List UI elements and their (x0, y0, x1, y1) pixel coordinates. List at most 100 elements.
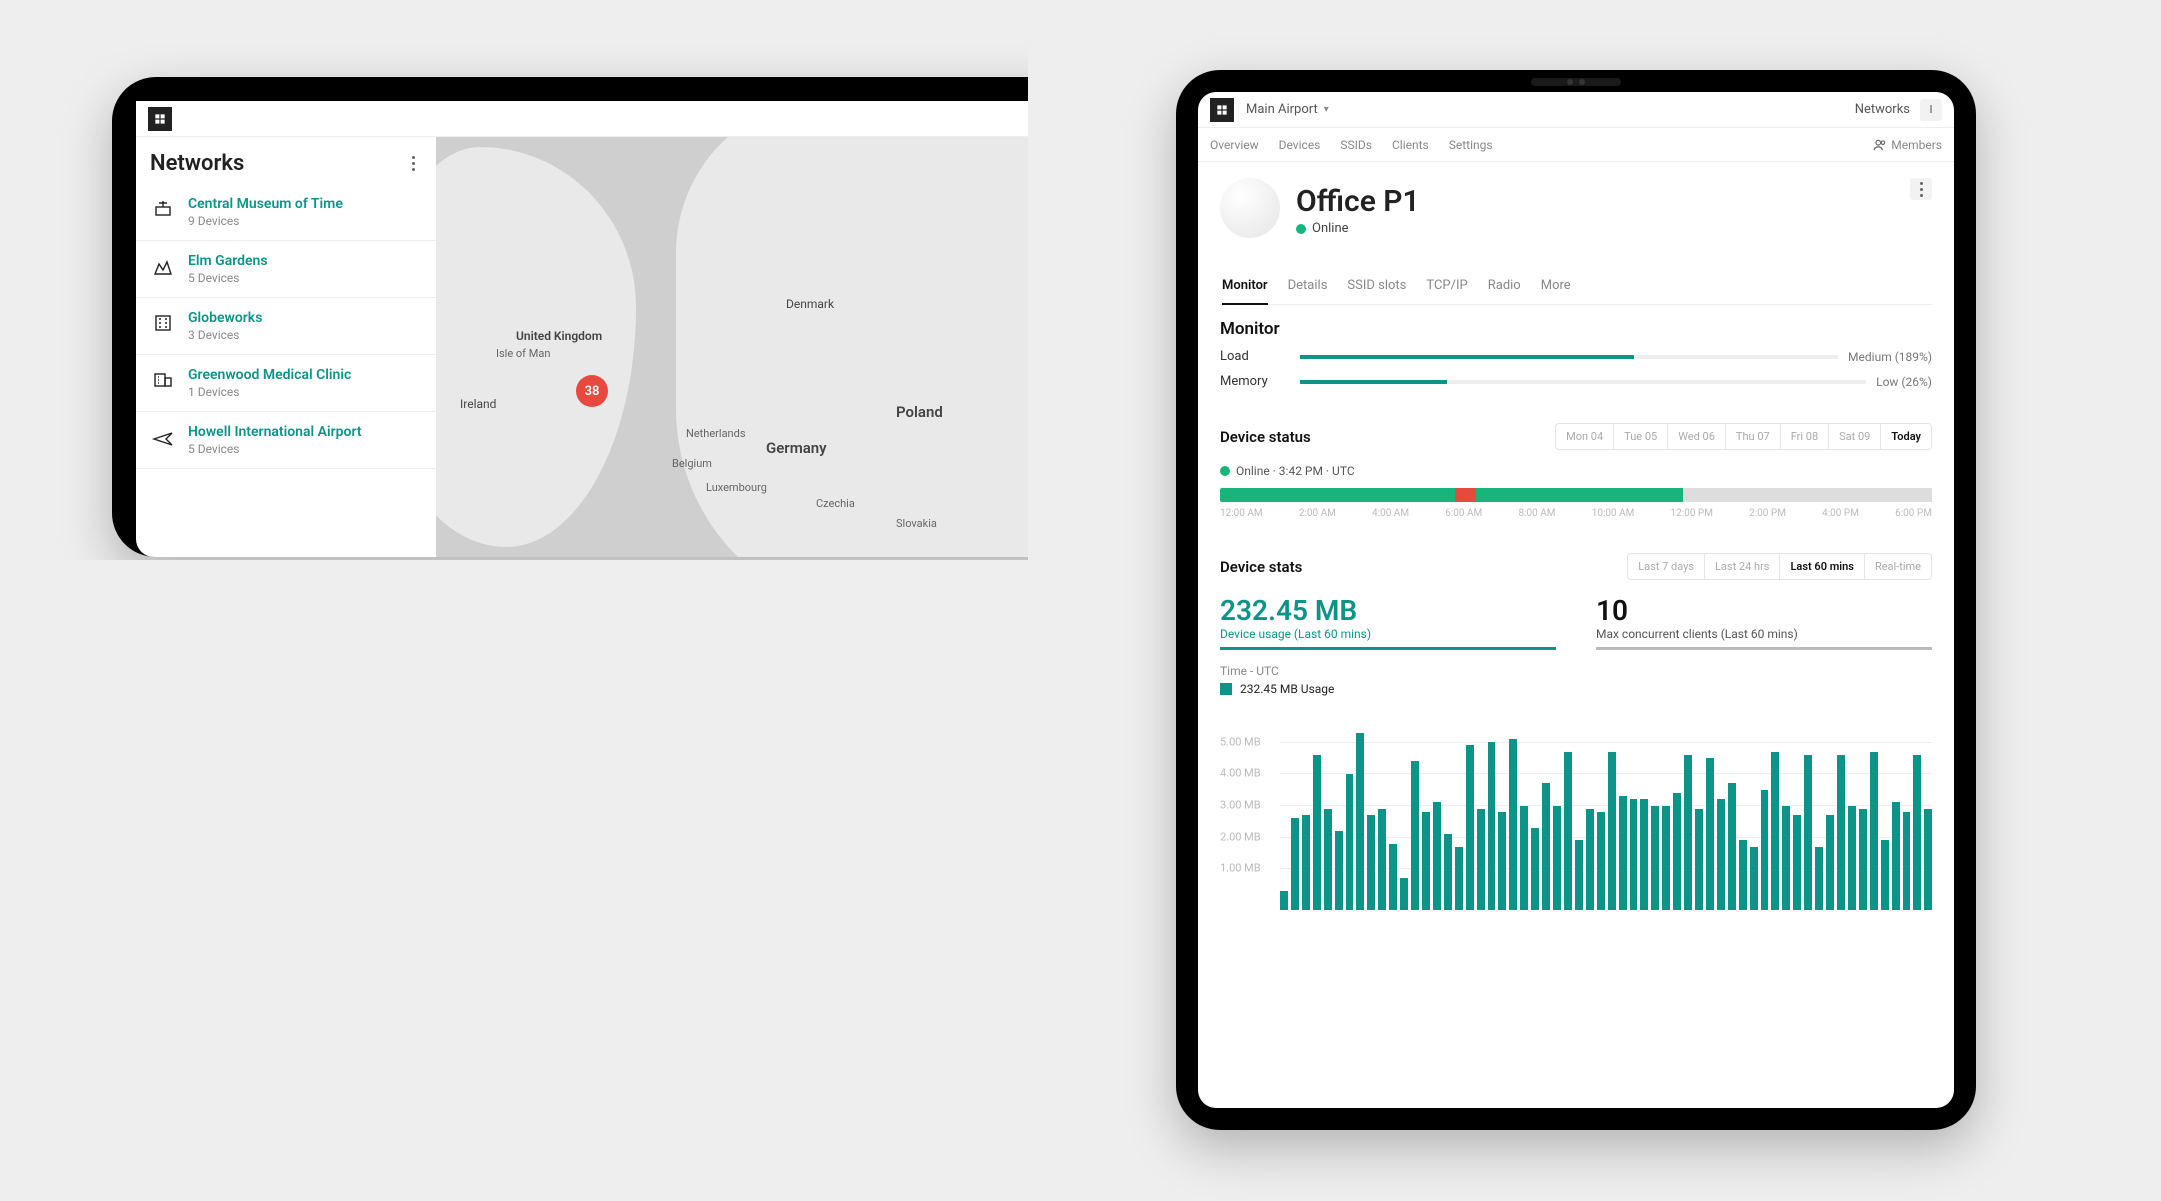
account-avatar[interactable]: I (1920, 99, 1942, 121)
usage-bar (1750, 847, 1758, 910)
load-meter: Load Medium (189%) (1220, 349, 1932, 364)
usage-bar (1302, 815, 1310, 910)
day-mon-04[interactable]: Mon 04 (1556, 424, 1613, 449)
usage-bar (1706, 758, 1714, 910)
usage-bar (1575, 840, 1583, 910)
usage-bar (1346, 774, 1354, 910)
usage-bar (1378, 809, 1386, 910)
device-avatar (1220, 178, 1280, 238)
camera-icon (1531, 78, 1621, 86)
range-last-7-days[interactable]: Last 7 days (1628, 554, 1704, 579)
usage-bar (1892, 802, 1900, 910)
usage-bar (1837, 755, 1845, 910)
stat-device-usage[interactable]: 232.45 MB Device usage (Last 60 mins) (1220, 594, 1556, 650)
usage-bar (1542, 783, 1550, 910)
usage-bar (1313, 755, 1321, 910)
usage-bar (1684, 755, 1692, 910)
network-device-count: 1 Devices (188, 385, 351, 399)
tablet-networks-frame: Net Networks Central Museum of Time 9 De… (112, 77, 1028, 557)
range-last-60-mins[interactable]: Last 60 mins (1779, 554, 1863, 579)
network-name: Central Museum of Time (188, 196, 343, 212)
tab-ssid-slots[interactable]: SSID slots (1347, 268, 1406, 304)
networks-link[interactable]: Networks (1855, 102, 1910, 117)
usage-bar (1739, 840, 1747, 910)
network-selector[interactable]: Main Airport ▾ (1246, 102, 1329, 117)
day-segment[interactable]: Mon 04Tue 05Wed 06Thu 07Fri 08Sat 09Toda… (1555, 423, 1932, 450)
device-tabs: Monitor Details SSID slots TCP/IP Radio More (1220, 268, 1932, 305)
usage-chart[interactable]: 5.00 MB4.00 MB3.00 MB2.00 MB1.00 MB (1220, 710, 1932, 910)
usage-bar (1804, 755, 1812, 910)
usage-bar (1411, 761, 1419, 910)
members-icon (1873, 138, 1887, 152)
day-today[interactable]: Today (1880, 424, 1931, 449)
usage-bar (1291, 818, 1299, 910)
secnav-devices[interactable]: Devices (1279, 138, 1321, 152)
network-item[interactable]: Elm Gardens 5 Devices (136, 241, 436, 298)
more-menu-icon[interactable] (404, 156, 422, 171)
secnav-overview[interactable]: Overview (1210, 138, 1259, 152)
usage-bar (1477, 809, 1485, 910)
network-type-icon (150, 253, 176, 279)
usage-bar (1335, 831, 1343, 910)
secnav-ssids[interactable]: SSIDs (1340, 138, 1372, 152)
usage-bar (1367, 815, 1375, 910)
device-title: Office P1 (1296, 184, 1420, 219)
usage-bar (1400, 878, 1408, 910)
brand-logo-icon[interactable] (148, 107, 172, 131)
caret-down-icon: ▾ (1324, 104, 1329, 115)
day-sat-09[interactable]: Sat 09 (1828, 424, 1880, 449)
usage-bar (1564, 752, 1572, 910)
network-item[interactable]: Globeworks 3 Devices (136, 298, 436, 355)
range-segment[interactable]: Last 7 daysLast 24 hrsLast 60 minsReal-t… (1627, 553, 1932, 580)
map-cluster-pin[interactable]: 38 (576, 375, 608, 407)
secnav-settings[interactable]: Settings (1449, 138, 1493, 152)
tab-tcp/ip[interactable]: TCP/IP (1426, 268, 1467, 304)
usage-bar (1815, 847, 1823, 910)
day-fri-08[interactable]: Fri 08 (1780, 424, 1828, 449)
usage-bar (1444, 834, 1452, 910)
usage-bar (1651, 806, 1659, 911)
tab-more[interactable]: More (1541, 268, 1571, 304)
monitor-heading: Monitor (1220, 319, 1932, 339)
usage-bar (1826, 815, 1834, 910)
usage-bar (1913, 755, 1921, 910)
page-title: Networks (150, 151, 244, 176)
range-real-time[interactable]: Real-time (1864, 554, 1931, 579)
day-thu-07[interactable]: Thu 07 (1725, 424, 1780, 449)
usage-bar (1728, 783, 1736, 910)
usage-bar (1924, 809, 1932, 910)
network-item[interactable]: Central Museum of Time 9 Devices (136, 184, 436, 241)
usage-bar (1782, 806, 1790, 911)
tablet-device-screen: Main Airport ▾ Networks I Overview Device… (1198, 92, 1954, 1108)
usage-bar (1793, 815, 1801, 910)
range-last-24-hrs[interactable]: Last 24 hrs (1704, 554, 1779, 579)
usage-bar (1498, 812, 1506, 910)
tab-monitor[interactable]: Monitor (1222, 268, 1268, 305)
usage-bar (1433, 802, 1441, 910)
brand-logo-icon[interactable] (1210, 98, 1234, 122)
network-device-count: 5 Devices (188, 271, 268, 285)
day-wed-06[interactable]: Wed 06 (1667, 424, 1725, 449)
uptime-time-axis: 12:00 AM2:00 AM4:00 AM6:00 AM8:00 AM10:0… (1220, 508, 1932, 519)
network-map[interactable]: United Kingdom Isle of Man Ireland Denma… (436, 137, 1028, 557)
usage-bar (1717, 799, 1725, 910)
usage-bar (1389, 844, 1397, 911)
network-item[interactable]: Howell International Airport 5 Devices (136, 412, 436, 469)
tab-radio[interactable]: Radio (1488, 268, 1521, 304)
usage-bar (1673, 793, 1681, 910)
tab-details[interactable]: Details (1288, 268, 1328, 304)
network-device-count: 9 Devices (188, 214, 343, 228)
usage-bar (1630, 799, 1638, 910)
topbar: Net (136, 101, 1028, 137)
day-tue-05[interactable]: Tue 05 (1613, 424, 1667, 449)
device-more-menu[interactable] (1910, 178, 1932, 200)
stat-max-clients[interactable]: 10 Max concurrent clients (Last 60 mins) (1596, 594, 1932, 650)
network-item[interactable]: Greenwood Medical Clinic 1 Devices (136, 355, 436, 412)
device-status-heading: Device status (1220, 428, 1311, 446)
secnav-clients[interactable]: Clients (1392, 138, 1429, 152)
members-button[interactable]: Members (1873, 138, 1942, 152)
uptime-bar[interactable] (1220, 488, 1932, 502)
usage-bar (1324, 809, 1332, 910)
network-name: Greenwood Medical Clinic (188, 367, 351, 383)
usage-bar (1662, 806, 1670, 911)
